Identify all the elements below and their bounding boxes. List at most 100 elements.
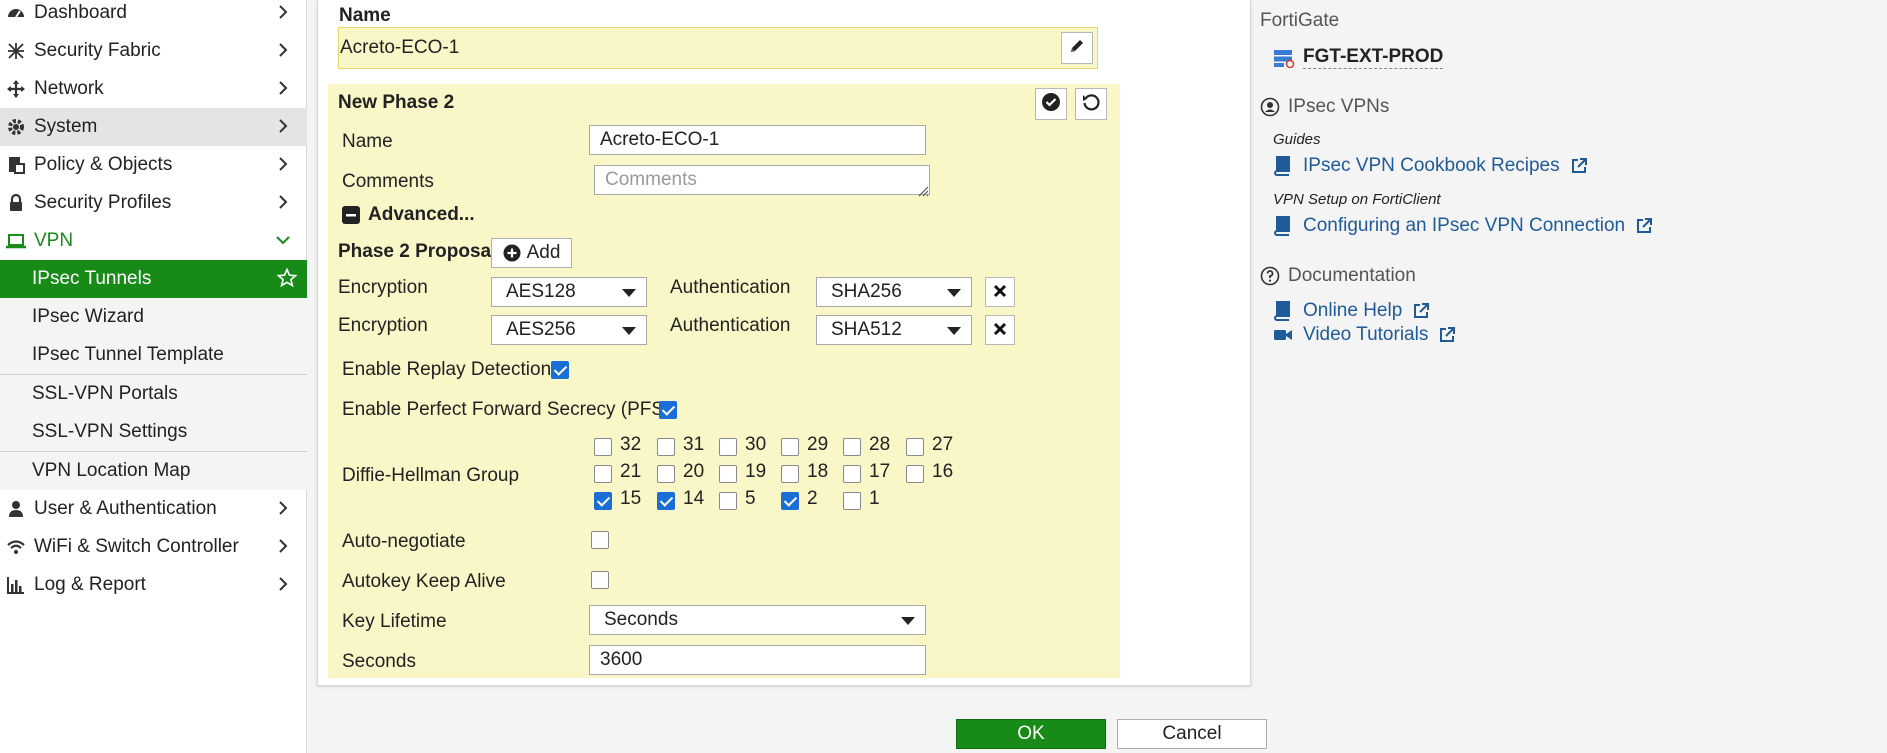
chevron-right-icon (273, 116, 293, 136)
encryption-value: AES128 (506, 281, 576, 302)
authentication-label: Authentication (670, 315, 791, 336)
external-link-icon (1635, 217, 1653, 235)
undo-icon (1081, 92, 1101, 117)
chevron-right-icon (273, 192, 293, 212)
authentication-select[interactable]: SHA512 (816, 315, 972, 345)
online-help-link[interactable]: Online Help (1273, 300, 1430, 322)
dh-checkbox[interactable] (843, 465, 861, 483)
key-lifetime-select[interactable]: Seconds (589, 605, 926, 635)
device-link[interactable]: FGT-EXT-PROD (1273, 46, 1444, 69)
ok-button[interactable]: OK (956, 719, 1106, 749)
sidebar-item-user-authentication[interactable]: User & Authentication (0, 490, 307, 528)
video-tutorials-link[interactable]: Video Tutorials (1273, 324, 1456, 346)
authentication-select[interactable]: SHA256 (816, 277, 972, 307)
authentication-value: SHA256 (831, 281, 902, 302)
sidebar-item-vpn[interactable]: VPN (0, 222, 307, 260)
undo-button[interactable] (1075, 88, 1107, 120)
dh-checkbox[interactable] (719, 438, 737, 456)
name-field[interactable]: Acreto-ECO-1 (338, 27, 1098, 69)
phase2-dialog: Name Acreto-ECO-1 New Phase 2 Name Acret… (317, 0, 1251, 686)
replay-checkbox[interactable] (551, 361, 569, 379)
encryption-value: AES256 (506, 319, 576, 340)
dh-checkbox[interactable] (781, 438, 799, 456)
sidebar-item-network[interactable]: Network (0, 70, 307, 108)
edit-button[interactable] (1061, 32, 1093, 64)
sidebar-item-policy-objects[interactable]: Policy & Objects (0, 146, 307, 184)
ipsec-vpns-section: IPsec VPNs (1260, 96, 1389, 118)
caret-down-icon (947, 289, 961, 297)
ipsec-vpns-header: IPsec VPNs (1288, 96, 1390, 117)
cancel-button[interactable]: Cancel (1117, 719, 1267, 749)
sidebar-item-label: Dashboard (34, 2, 127, 23)
p2-name-input[interactable]: Acreto-ECO-1 (589, 125, 926, 155)
sidebar-item-label: Security Fabric (34, 40, 161, 61)
encryption-select[interactable]: AES256 (491, 315, 647, 345)
sidebar-subitem-ipsec-wizard[interactable]: IPsec Wizard (0, 298, 307, 336)
dh-checkbox[interactable] (906, 465, 924, 483)
seconds-input[interactable]: 3600 (589, 645, 926, 675)
dh-checkbox[interactable] (719, 465, 737, 483)
name-label: Name (339, 5, 391, 26)
sidebar-item-dashboard[interactable]: Dashboard (0, 0, 307, 32)
chevron-right-icon (273, 574, 293, 594)
sidebar-subitem-vpn-location-map[interactable]: VPN Location Map (0, 452, 307, 490)
chevron-right-icon (273, 498, 293, 518)
bar-chart-icon (4, 575, 28, 595)
add-proposal-button[interactable]: Add (491, 238, 572, 268)
encryption-label: Encryption (338, 277, 428, 298)
autoneg-checkbox[interactable] (591, 531, 609, 549)
dh-checkbox[interactable] (843, 492, 861, 510)
sidebar-subitem-ipsec-tunnel-template[interactable]: IPsec Tunnel Template (0, 336, 307, 374)
encryption-select[interactable]: AES128 (491, 277, 647, 307)
advanced-toggle[interactable]: Advanced... (342, 204, 475, 226)
authentication-label: Authentication (670, 277, 791, 298)
sidebar-subitem-ssl-vpn-settings[interactable]: SSL-VPN Settings (0, 413, 307, 451)
device-name: FGT-EXT-PROD (1303, 46, 1444, 69)
dh-number: 15 (620, 488, 642, 509)
dh-checkbox[interactable] (594, 438, 612, 456)
dh-number: 30 (745, 434, 767, 455)
comments-input[interactable]: Comments (594, 165, 930, 195)
dh-checkbox[interactable] (906, 438, 924, 456)
dh-number: 2 (807, 488, 818, 509)
remove-proposal-button[interactable] (985, 277, 1015, 307)
keepalive-checkbox[interactable] (591, 571, 609, 589)
dh-group-label: Diffie-Hellman Group (342, 465, 520, 486)
star-icon[interactable] (276, 267, 298, 294)
pfs-checkbox[interactable] (659, 401, 677, 419)
forticlient-label: VPN Setup on FortiClient (1273, 191, 1441, 208)
sidebar-item-label: User & Authentication (34, 498, 217, 519)
confirm-button[interactable] (1035, 88, 1067, 120)
autoneg-label: Auto-negotiate (342, 531, 466, 552)
dh-checkbox[interactable] (781, 465, 799, 483)
resize-handle-icon[interactable] (917, 181, 929, 202)
dh-checkbox[interactable] (657, 438, 675, 456)
configuring-link[interactable]: Configuring an IPsec VPN Connection (1273, 215, 1653, 237)
sidebar-subitem-label: IPsec Tunnels (32, 268, 152, 289)
documentation-section: Documentation (1260, 265, 1416, 287)
sidebar-item-system[interactable]: System (0, 108, 307, 146)
sidebar-item-log-report[interactable]: Log & Report (0, 566, 307, 604)
caret-down-icon (947, 327, 961, 335)
cookbook-link[interactable]: IPsec VPN Cookbook Recipes (1273, 155, 1588, 177)
dh-checkbox[interactable] (843, 438, 861, 456)
dh-checkbox[interactable] (657, 465, 675, 483)
sidebar-subitem-ipsec-tunnels[interactable]: IPsec Tunnels (0, 260, 307, 298)
dh-checkbox[interactable] (781, 492, 799, 510)
sidebar-item-wifi-switch[interactable]: WiFi & Switch Controller (0, 528, 307, 566)
sidebar-item-label: VPN (34, 230, 74, 251)
sidebar-item-security-profiles[interactable]: Security Profiles (0, 184, 307, 222)
dh-checkbox[interactable] (594, 465, 612, 483)
comments-label: Comments (342, 171, 434, 192)
dh-checkbox[interactable] (594, 492, 612, 510)
proposal-label: Phase 2 Proposal (338, 241, 497, 262)
remove-proposal-button[interactable] (985, 315, 1015, 345)
sidebar-subitem-label: VPN Location Map (32, 460, 191, 481)
sidebar-item-label: Security Profiles (34, 192, 172, 213)
sidebar-item-security-fabric[interactable]: Security Fabric (0, 32, 307, 70)
dh-checkbox[interactable] (657, 492, 675, 510)
guides-label: Guides (1273, 131, 1321, 148)
dh-checkbox[interactable] (719, 492, 737, 510)
external-link-icon (1570, 157, 1588, 175)
sidebar-subitem-ssl-vpn-portals[interactable]: SSL-VPN Portals (0, 375, 307, 413)
